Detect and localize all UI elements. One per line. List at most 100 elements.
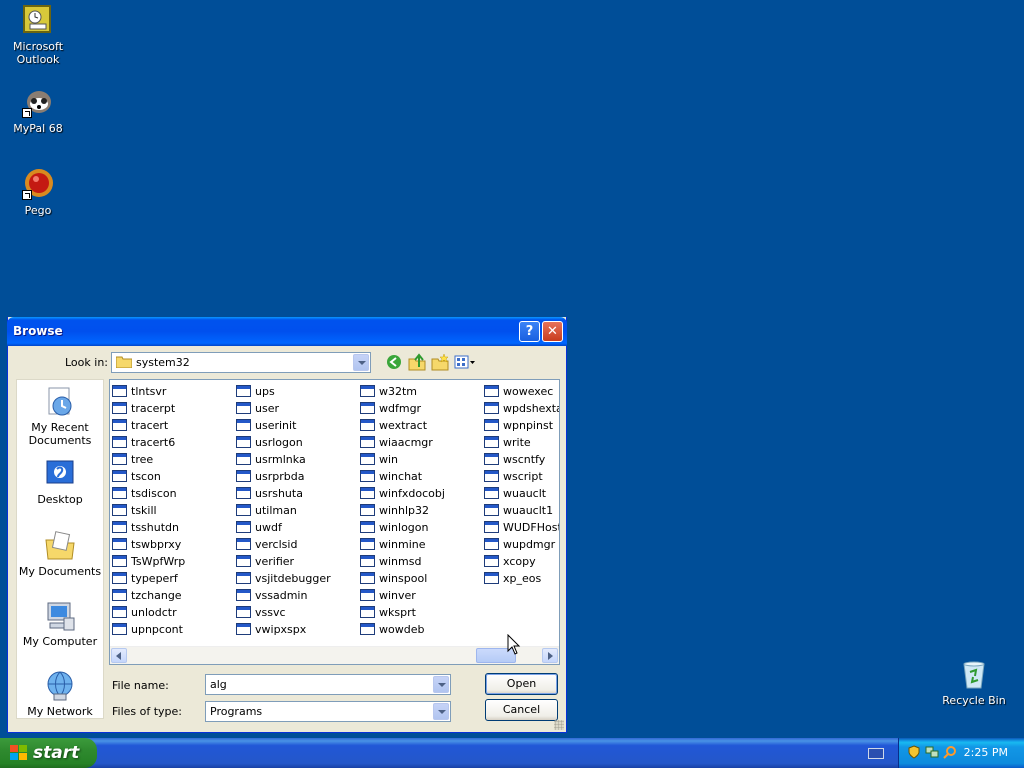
file-item[interactable]: wupdmgr: [484, 536, 559, 553]
help-button[interactable]: ?: [519, 321, 540, 342]
desktop-icon-pego[interactable]: Pego: [0, 168, 76, 217]
look-in-dropdown-button[interactable]: [353, 354, 369, 371]
file-item[interactable]: vsjitdebugger: [236, 570, 331, 587]
file-item[interactable]: tlntsvr: [112, 383, 185, 400]
file-item[interactable]: upnpcont: [112, 621, 185, 638]
place-my-computer[interactable]: My Computer: [17, 600, 103, 648]
file-item[interactable]: wextract: [360, 417, 445, 434]
file-item[interactable]: wksprt: [360, 604, 445, 621]
file-item[interactable]: winspool: [360, 570, 445, 587]
file-item[interactable]: wiaacmgr: [360, 434, 445, 451]
file-item[interactable]: wuauclt: [484, 485, 559, 502]
file-item[interactable]: vssvc: [236, 604, 331, 621]
files-of-type-select[interactable]: Programs: [205, 701, 451, 722]
desktop-icon-recycle-bin[interactable]: Recycle Bin: [936, 658, 1012, 707]
security-shield-icon[interactable]: [907, 745, 921, 759]
place-label: My Documents: [18, 565, 102, 578]
file-item[interactable]: winmsd: [360, 553, 445, 570]
file-item[interactable]: tracerpt: [112, 400, 185, 417]
open-button[interactable]: Open: [485, 673, 558, 695]
file-item[interactable]: utilman: [236, 502, 331, 519]
view-menu-icon[interactable]: [454, 353, 476, 371]
back-icon[interactable]: [385, 353, 403, 371]
keyboard-icon[interactable]: [868, 748, 884, 759]
files-of-type-value: Programs: [210, 705, 263, 718]
file-item[interactable]: xcopy: [484, 553, 559, 570]
file-item[interactable]: winfxdocobj: [360, 485, 445, 502]
application-icon: [236, 606, 251, 618]
file-item[interactable]: wscntfy: [484, 451, 559, 468]
file-name-input[interactable]: alg: [205, 674, 451, 695]
look-in-combo[interactable]: system32: [111, 352, 371, 373]
file-item[interactable]: wscript: [484, 468, 559, 485]
file-item[interactable]: tscon: [112, 468, 185, 485]
file-item[interactable]: winver: [360, 587, 445, 604]
file-item[interactable]: usrshuta: [236, 485, 331, 502]
file-item[interactable]: uwdf: [236, 519, 331, 536]
file-item[interactable]: TsWpfWrp: [112, 553, 185, 570]
place-my-documents[interactable]: My Documents: [17, 530, 103, 578]
place-my-network[interactable]: My Network: [17, 670, 103, 718]
files-of-type-dropdown-button[interactable]: [433, 703, 449, 720]
close-button[interactable]: ✕: [542, 321, 563, 342]
file-item[interactable]: user: [236, 400, 331, 417]
horizontal-scrollbar[interactable]: [110, 646, 559, 664]
file-item[interactable]: usrprbda: [236, 468, 331, 485]
desktop-icon-mypal[interactable]: MyPal 68: [0, 86, 76, 135]
file-item[interactable]: w32tm: [360, 383, 445, 400]
resize-grip[interactable]: [554, 720, 564, 730]
file-item[interactable]: winchat: [360, 468, 445, 485]
file-item[interactable]: usrlogon: [236, 434, 331, 451]
file-item[interactable]: wuauclt1: [484, 502, 559, 519]
place-desktop[interactable]: Desktop: [17, 458, 103, 506]
clock[interactable]: 2:25 PM: [964, 746, 1008, 759]
place-label: Desktop: [37, 493, 83, 506]
title-bar[interactable]: Browse ? ✕: [7, 317, 567, 346]
file-item[interactable]: tskill: [112, 502, 185, 519]
file-item[interactable]: write: [484, 434, 559, 451]
file-item[interactable]: xp_eos: [484, 570, 559, 587]
application-icon: [236, 487, 251, 499]
file-item[interactable]: winlogon: [360, 519, 445, 536]
file-item[interactable]: tree: [112, 451, 185, 468]
file-name-dropdown-button[interactable]: [433, 676, 449, 693]
file-item[interactable]: winhlp32: [360, 502, 445, 519]
file-item[interactable]: userinit: [236, 417, 331, 434]
search-icon[interactable]: [943, 745, 957, 759]
network-icon[interactable]: [925, 745, 939, 759]
up-folder-icon[interactable]: [408, 353, 426, 371]
file-item[interactable]: ups: [236, 383, 331, 400]
file-name-value: alg: [210, 678, 227, 691]
file-item[interactable]: unlodctr: [112, 604, 185, 621]
file-item[interactable]: winmine: [360, 536, 445, 553]
file-item[interactable]: vssadmin: [236, 587, 331, 604]
file-list[interactable]: tlntsvr tracerpt tracert tracert6 tree tscon t…: [109, 379, 560, 665]
place-my-recent-documents[interactable]: My Recent Documents: [17, 386, 103, 447]
new-folder-icon[interactable]: [431, 353, 449, 371]
file-item[interactable]: verclsid: [236, 536, 331, 553]
application-icon: [360, 589, 375, 601]
file-item[interactable]: win: [360, 451, 445, 468]
file-item[interactable]: usrmlnka: [236, 451, 331, 468]
scroll-right-button[interactable]: [542, 648, 558, 663]
file-item[interactable]: tsdiscon: [112, 485, 185, 502]
file-item[interactable]: tswbprxy: [112, 536, 185, 553]
file-item[interactable]: tracert6: [112, 434, 185, 451]
file-item[interactable]: WUDFHost: [484, 519, 559, 536]
start-button[interactable]: start: [0, 738, 97, 768]
file-item[interactable]: tracert: [112, 417, 185, 434]
file-item[interactable]: typeperf: [112, 570, 185, 587]
file-item[interactable]: vwipxspx: [236, 621, 331, 638]
file-item-label: winmine: [379, 538, 426, 551]
file-item[interactable]: wdfmgr: [360, 400, 445, 417]
scroll-left-button[interactable]: [111, 648, 127, 663]
file-item[interactable]: wowdeb: [360, 621, 445, 638]
file-item[interactable]: wpnpinst: [484, 417, 559, 434]
desktop-icon-outlook[interactable]: Microsoft Outlook: [0, 4, 76, 66]
file-item[interactable]: wpdshextau: [484, 400, 559, 417]
file-item[interactable]: tsshutdn: [112, 519, 185, 536]
cancel-button[interactable]: Cancel: [485, 699, 558, 721]
file-item[interactable]: wowexec: [484, 383, 559, 400]
file-item[interactable]: tzchange: [112, 587, 185, 604]
file-item[interactable]: verifier: [236, 553, 331, 570]
